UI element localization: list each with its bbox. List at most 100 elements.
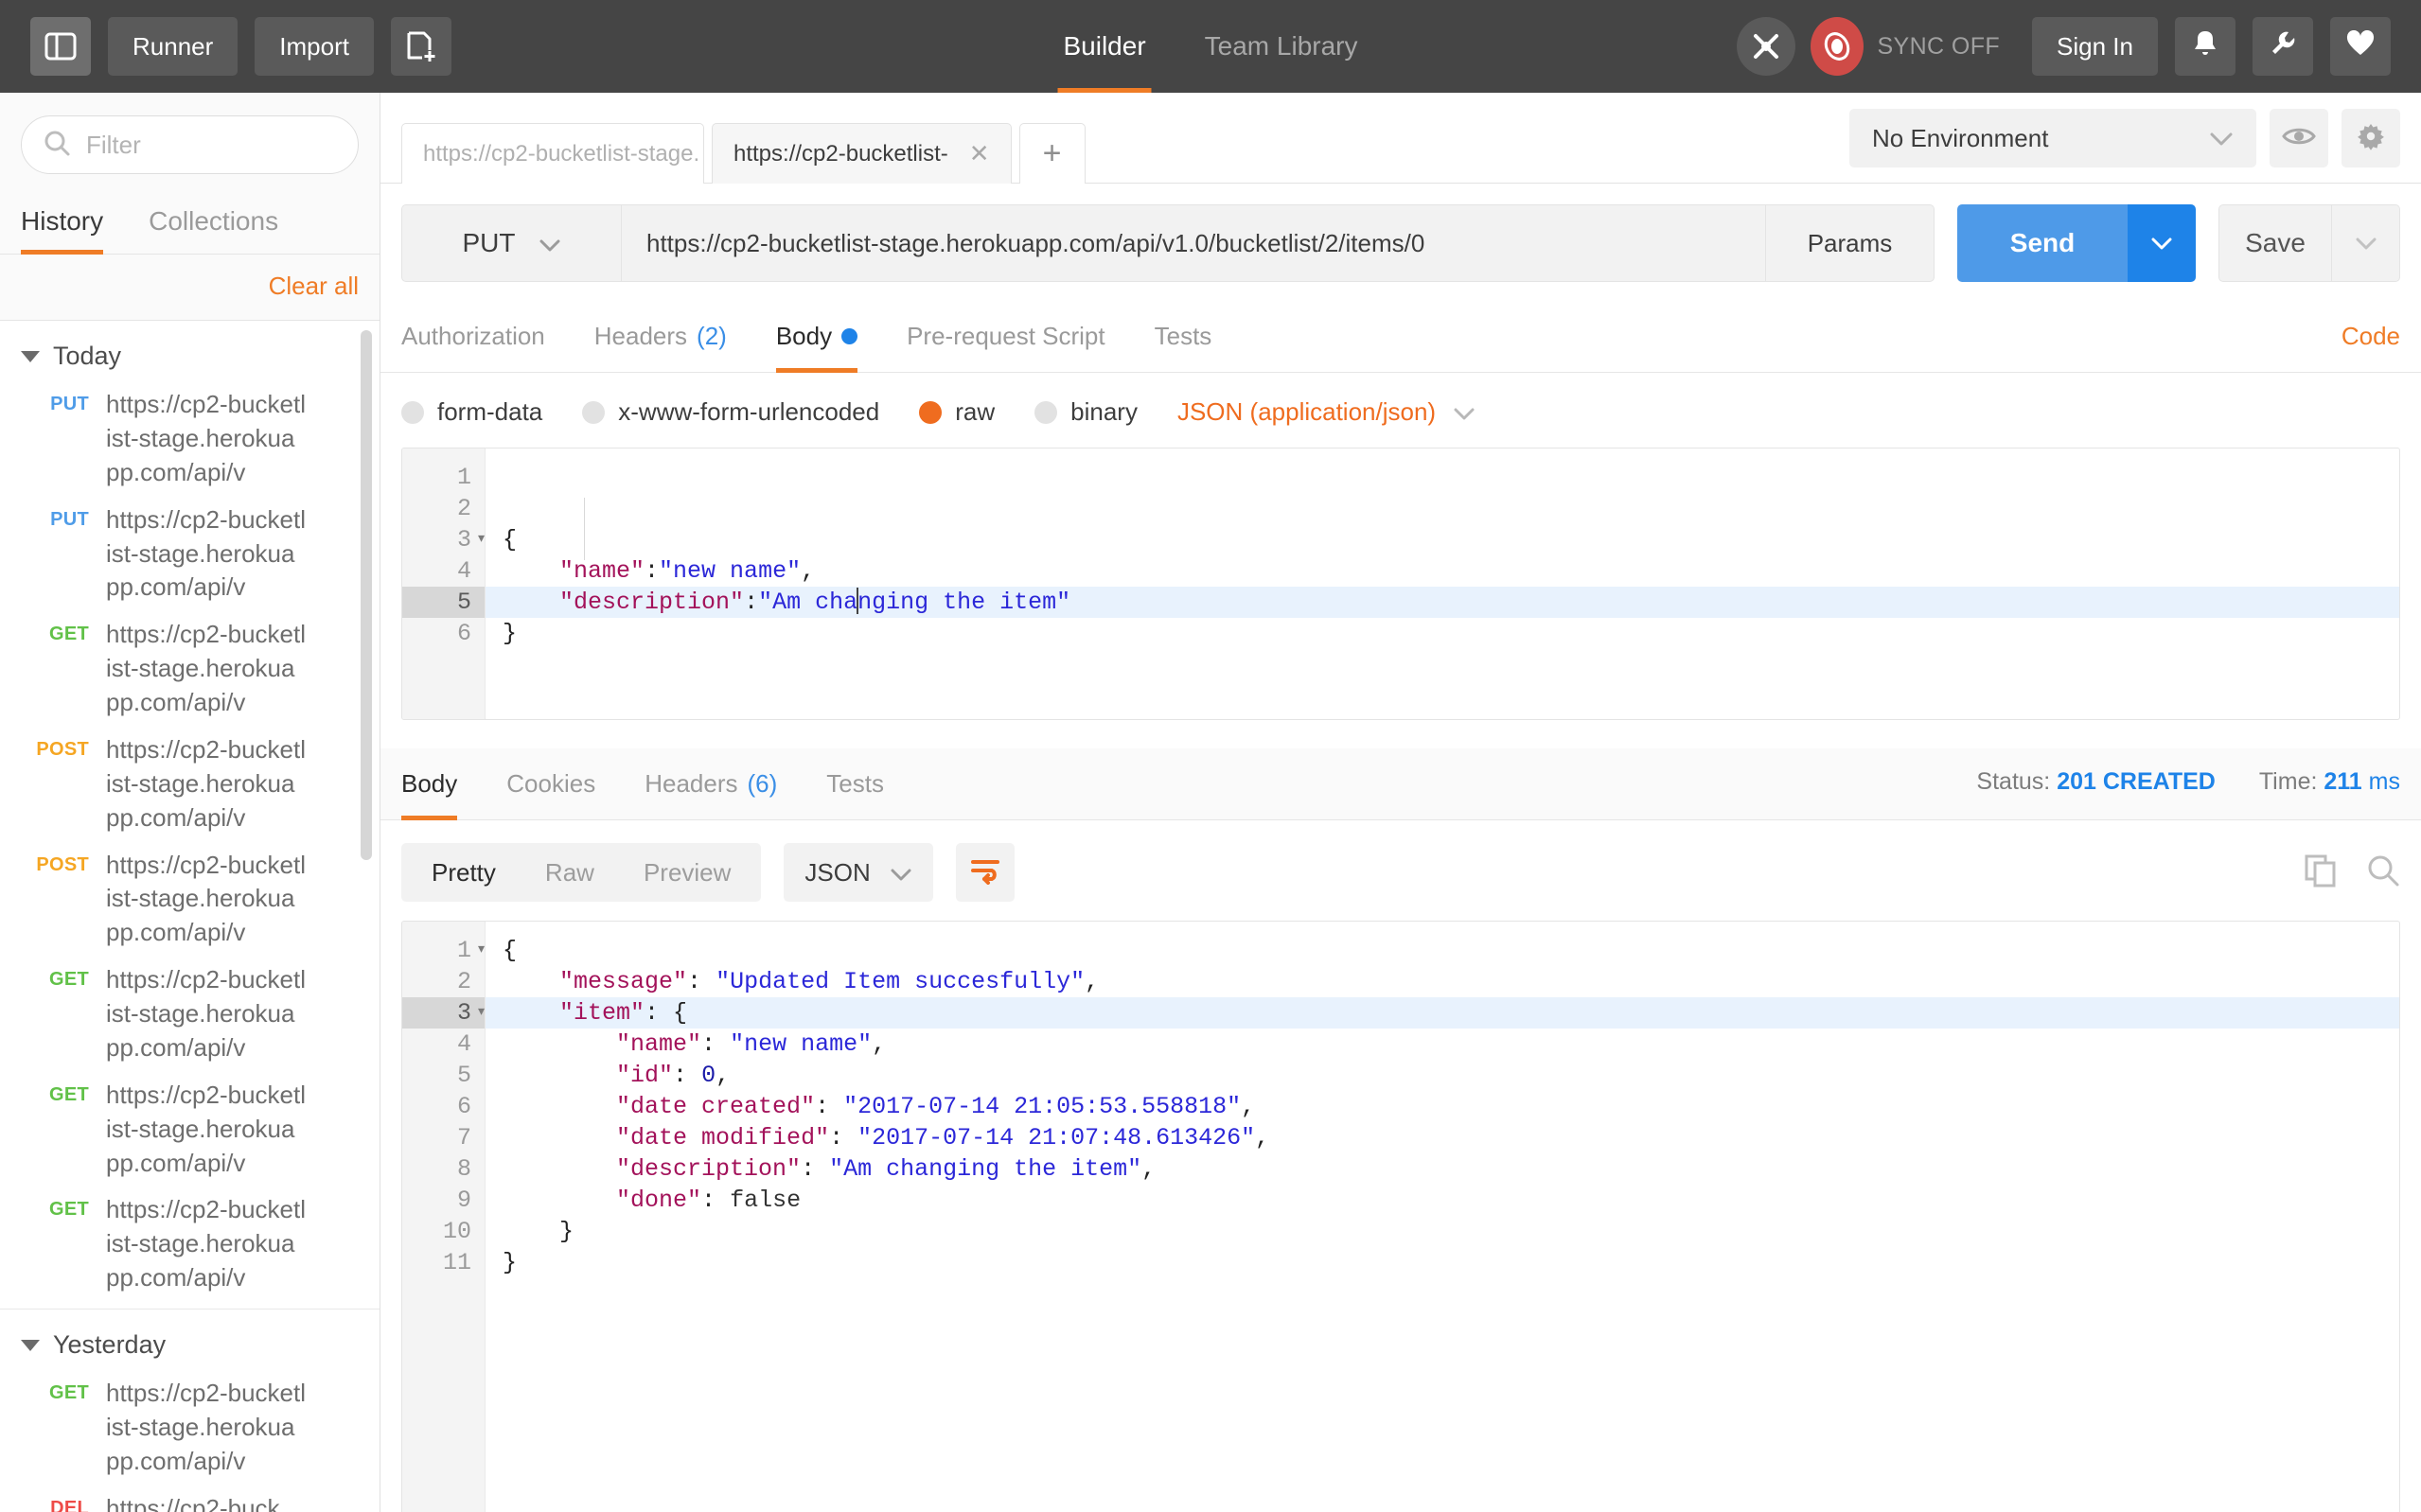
request-tab-headers[interactable]: Headers(2) bbox=[594, 301, 727, 372]
request-tab-body[interactable]: Body bbox=[776, 301, 857, 372]
chevron-down-icon bbox=[1453, 397, 1476, 427]
save-options-button[interactable] bbox=[2332, 204, 2400, 282]
view-mode-raw[interactable]: Raw bbox=[521, 849, 619, 896]
body-type-form-data[interactable]: form-data bbox=[401, 397, 542, 427]
response-format-select[interactable]: JSON bbox=[784, 843, 932, 902]
request-tab-1[interactable]: https://cp2-bucketlist-stage. bbox=[401, 123, 704, 184]
search-icon[interactable] bbox=[2366, 853, 2400, 892]
interceptor-icon[interactable] bbox=[1737, 17, 1795, 76]
history-item[interactable]: PUThttps://cp2-bucketlist-stage.herokuap… bbox=[0, 503, 380, 619]
add-tab-button[interactable]: + bbox=[1019, 123, 1086, 184]
environment-select[interactable]: No Environment bbox=[1849, 109, 2256, 167]
search-input[interactable] bbox=[86, 131, 337, 160]
clear-all-button[interactable]: Clear all bbox=[269, 272, 359, 301]
response-tab-tests[interactable]: Tests bbox=[826, 748, 884, 819]
nav-team-library[interactable]: Team Library bbox=[1199, 0, 1364, 93]
body-type-urlencoded[interactable]: x-www-form-urlencoded bbox=[582, 397, 879, 427]
response-body-line: "item": { bbox=[486, 997, 2399, 1029]
close-icon[interactable]: ✕ bbox=[969, 139, 990, 168]
response-tools-right bbox=[2304, 853, 2400, 892]
favorites-button[interactable] bbox=[2330, 17, 2391, 76]
body-type-binary[interactable]: binary bbox=[1034, 397, 1138, 427]
history-item[interactable]: DELhttps://cp2-buck bbox=[0, 1492, 380, 1512]
body-type-binary-label: binary bbox=[1070, 397, 1138, 427]
response-tab-cookies[interactable]: Cookies bbox=[506, 748, 595, 819]
code-link[interactable]: Code bbox=[2341, 322, 2400, 351]
history-group-today[interactable]: Today bbox=[0, 321, 380, 388]
heart-icon bbox=[2346, 30, 2375, 63]
request-body-line: "description":"Am changing the item" bbox=[486, 587, 2399, 618]
request-section-tabs: Authorization Headers(2) Body Pre-request S… bbox=[380, 301, 2421, 373]
history-group-yesterday[interactable]: Yesterday bbox=[0, 1309, 380, 1377]
sync-status-icon[interactable] bbox=[1811, 17, 1864, 76]
request-body-line bbox=[486, 493, 2399, 524]
response-body-line: "date modified": "2017-07-14 21:07:48.61… bbox=[486, 1122, 2399, 1153]
runner-button[interactable]: Runner bbox=[108, 17, 238, 76]
request-tab-authorization[interactable]: Authorization bbox=[401, 301, 545, 372]
sidebar-tab-collections[interactable]: Collections bbox=[149, 189, 278, 254]
new-document-plus-icon bbox=[405, 30, 437, 62]
view-mode-pretty[interactable]: Pretty bbox=[407, 849, 521, 896]
copy-icon[interactable] bbox=[2304, 853, 2338, 892]
response-tab-body[interactable]: Body bbox=[401, 748, 457, 819]
save-button[interactable]: Save bbox=[2218, 204, 2332, 282]
request-tab-tests[interactable]: Tests bbox=[1155, 301, 1212, 372]
time-label: Time: bbox=[2259, 768, 2318, 795]
response-body-editor[interactable]: 1▾23▾4567891011 { "message": "Updated It… bbox=[401, 921, 2400, 1512]
view-mode-preview[interactable]: Preview bbox=[619, 849, 755, 896]
sidebar-scrollbar[interactable] bbox=[361, 330, 372, 860]
history-item[interactable]: POSThttps://cp2-bucketlist-stage.herokua… bbox=[0, 849, 380, 964]
body-type-raw[interactable]: raw bbox=[919, 397, 995, 427]
history-item[interactable]: PUThttps://cp2-bucketlist-stage.herokuap… bbox=[0, 388, 380, 503]
request-body-line-number: 5 bbox=[402, 587, 485, 618]
url-input[interactable]: https://cp2-bucketlist-stage.herokuapp.c… bbox=[621, 204, 1766, 282]
request-body-editor[interactable]: 123▾456 { "name":"new name", "descriptio… bbox=[401, 448, 2400, 720]
request-tab-1-label: https://cp2-bucketlist-stage. bbox=[423, 141, 699, 167]
top-toolbar: Runner Import Builder Team Library SYNC … bbox=[0, 0, 2421, 93]
history-item[interactable]: GEThttps://cp2-bucketlist-stage.herokuap… bbox=[0, 618, 380, 733]
params-button[interactable]: Params bbox=[1766, 204, 1935, 282]
response-body-line: "date created": "2017-07-14 21:05:53.558… bbox=[486, 1091, 2399, 1122]
history-item[interactable]: POSThttps://cp2-bucketlist-stage.herokua… bbox=[0, 733, 380, 849]
request-tab-label: Body bbox=[776, 322, 832, 351]
request-tab-pre-request-script[interactable]: Pre-request Script bbox=[907, 301, 1105, 372]
response-tab-headers[interactable]: Headers(6) bbox=[645, 748, 777, 819]
history-item[interactable]: GEThttps://cp2-bucketlist-stage.herokuap… bbox=[0, 1377, 380, 1492]
content-type-select[interactable]: JSON (application/json) bbox=[1177, 397, 1476, 427]
import-button[interactable]: Import bbox=[255, 17, 374, 76]
response-tab-label: Tests bbox=[826, 769, 884, 799]
request-tab-strip: https://cp2-bucketlist-stage. https://cp… bbox=[380, 93, 2421, 184]
history-item-method: GET bbox=[0, 1377, 106, 1492]
radio-icon bbox=[1034, 401, 1057, 424]
request-body-line: { bbox=[486, 524, 2399, 555]
history-item[interactable]: GEThttps://cp2-bucketlist-stage.herokuap… bbox=[0, 1079, 380, 1194]
response-editor-code[interactable]: { "message": "Updated Item succesfully",… bbox=[486, 922, 2399, 1512]
settings-button[interactable] bbox=[2253, 17, 2313, 76]
body-type-row: form-data x-www-form-urlencoded raw bina… bbox=[380, 373, 2421, 448]
status-badge: 201 CREATED bbox=[2057, 768, 2216, 795]
notifications-button[interactable] bbox=[2175, 17, 2235, 76]
response-body-line-number: 11 bbox=[402, 1247, 485, 1278]
history-scroll-area[interactable]: TodayPUThttps://cp2-bucketlist-stage.her… bbox=[0, 321, 380, 1512]
environment-settings-button[interactable] bbox=[2341, 109, 2400, 167]
new-request-button[interactable] bbox=[391, 17, 451, 76]
top-toolbar-right: SYNC OFF Sign In bbox=[1737, 17, 2391, 76]
word-wrap-button[interactable] bbox=[956, 843, 1015, 902]
sidebar-toggle-button[interactable] bbox=[30, 17, 91, 76]
history-item[interactable]: GEThttps://cp2-bucketlist-stage.herokuap… bbox=[0, 1193, 380, 1309]
send-button[interactable]: Send bbox=[1957, 204, 2128, 282]
sign-in-button[interactable]: Sign In bbox=[2032, 17, 2158, 76]
nav-builder[interactable]: Builder bbox=[1057, 0, 1151, 93]
send-options-button[interactable] bbox=[2128, 204, 2196, 282]
status-label: Status: bbox=[1976, 768, 2050, 795]
filter-box[interactable] bbox=[21, 115, 359, 174]
request-editor-code[interactable]: { "name":"new name", "description":"Am c… bbox=[486, 448, 2399, 719]
history-item[interactable]: GEThttps://cp2-bucketlist-stage.herokuap… bbox=[0, 963, 380, 1079]
method-select[interactable]: PUT bbox=[401, 204, 621, 282]
response-body-line-number: 4 bbox=[402, 1029, 485, 1060]
request-tab-2[interactable]: https://cp2-bucketlist- ✕ bbox=[712, 123, 1012, 184]
indent-guide bbox=[584, 498, 585, 560]
sidebar-tab-history[interactable]: History bbox=[21, 189, 103, 254]
environment-quick-look-button[interactable] bbox=[2270, 109, 2328, 167]
time-group: Time: 211 ms bbox=[2259, 768, 2400, 796]
